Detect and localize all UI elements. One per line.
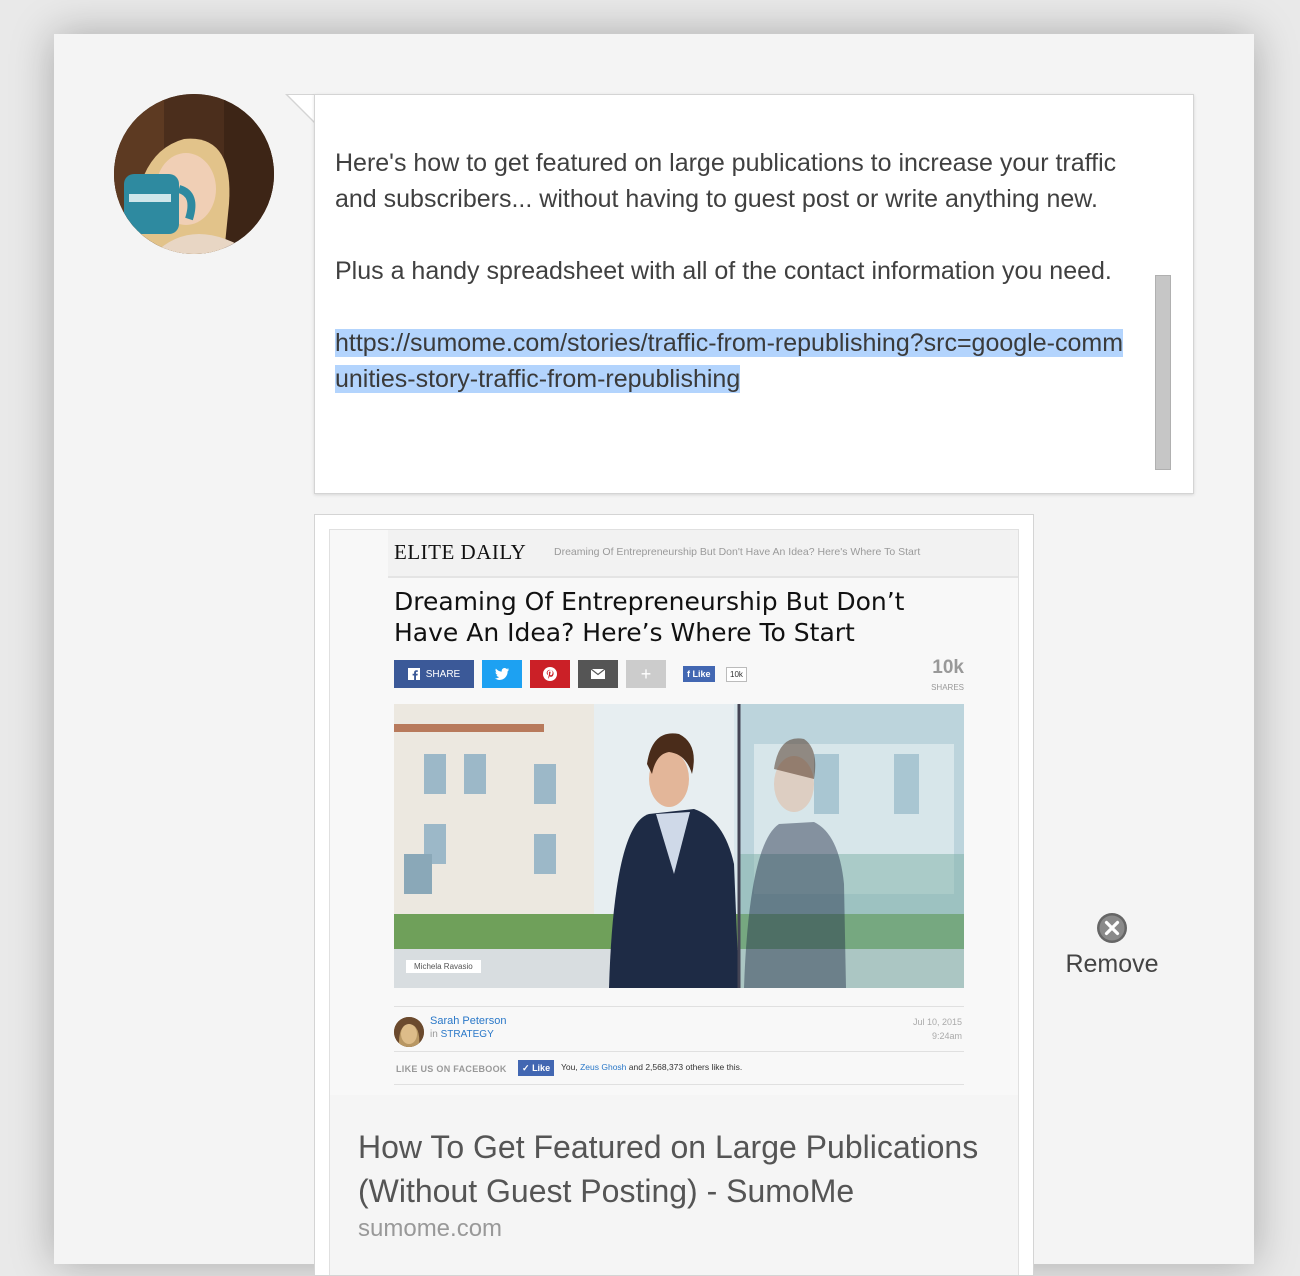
site-breadcrumb: Dreaming Of Entrepreneurship But Don't H… xyxy=(554,546,921,558)
post-text-area[interactable]: Here's how to get featured on large publ… xyxy=(314,94,1194,494)
author-in-label: in xyxy=(430,1029,438,1040)
post-paragraph-2: Plus a handy spreadsheet with all of the… xyxy=(335,257,1112,285)
article-date-time: 9:24am xyxy=(931,1031,962,1041)
preview-screenshot: ELITE DAILY Dreaming Of Entrepreneurship… xyxy=(329,529,1019,1096)
pinterest-share-button xyxy=(530,660,570,688)
fb-like-name: Zeus Ghosh xyxy=(580,1062,627,1072)
article-date: Jul 10, 2015 9:24am xyxy=(913,1015,962,1043)
plus-icon: + xyxy=(640,663,652,684)
author-category: STRATEGY xyxy=(440,1029,494,1040)
preview-info: How To Get Featured on Large Publication… xyxy=(329,1095,1019,1275)
twitter-icon xyxy=(495,668,509,680)
check-icon: ✓ xyxy=(522,1063,530,1073)
shares-label: SHARES xyxy=(931,683,964,692)
article-date-day: Jul 10, 2015 xyxy=(912,1017,962,1027)
facebook-share-button: SHARE xyxy=(394,660,474,688)
author-name: Sarah Peterson xyxy=(430,1015,507,1027)
email-icon xyxy=(591,669,605,679)
fb-like-label: Like xyxy=(692,669,711,679)
facebook-like-row: LIKE US ON FACEBOOK ✓ Like You, Zeus Gho… xyxy=(394,1052,964,1085)
link-preview[interactable]: ELITE DAILY Dreaming Of Entrepreneurship… xyxy=(314,514,1034,1276)
like-us-label: LIKE US ON FACEBOOK xyxy=(396,1064,507,1074)
article-byline: Sarah Peterson in STRATEGY Jul 10, 2015 … xyxy=(394,1006,964,1052)
author-avatar xyxy=(394,1017,424,1047)
post-paragraph-1: Here's how to get featured on large publ… xyxy=(335,149,1117,213)
fb-like-text: You, Zeus Ghosh and 2,568,373 others lik… xyxy=(561,1062,742,1072)
fb-like-count: 10k xyxy=(726,667,747,682)
close-circle-icon[interactable] xyxy=(1096,912,1128,944)
preview-title[interactable]: How To Get Featured on Large Publication… xyxy=(358,1125,998,1213)
remove-label[interactable]: Remove xyxy=(1060,950,1164,979)
site-header: ELITE DAILY Dreaming Of Entrepreneurship… xyxy=(388,530,1018,578)
post-composer-card: Here's how to get featured on large publ… xyxy=(54,34,1254,1276)
fb-like-widget: f Like xyxy=(683,666,715,682)
fb-like-button-label: Like xyxy=(532,1063,551,1073)
fb-like-button: ✓ Like xyxy=(518,1060,555,1076)
facebook-icon: f xyxy=(687,669,690,679)
shares-count: 10k xyxy=(932,657,964,678)
more-share-button: + xyxy=(626,660,666,688)
site-logo: ELITE DAILY xyxy=(394,540,527,564)
article-hero-image: Michela Ravasio xyxy=(394,704,964,988)
article-headline: Dreaming Of Entrepreneurship But Don’t H… xyxy=(394,587,905,647)
scrollbar-thumb[interactable] xyxy=(1155,275,1171,470)
email-share-button xyxy=(578,660,618,688)
fb-like-you: You, xyxy=(561,1062,578,1072)
pinterest-icon xyxy=(543,667,557,681)
remove-button[interactable]: Remove xyxy=(1060,912,1164,979)
avatar xyxy=(114,94,274,254)
twitter-share-button xyxy=(482,660,522,688)
post-link[interactable]: https://sumome.com/stories/traffic-from-… xyxy=(335,329,1124,393)
fb-like-rest: and 2,568,373 others like this. xyxy=(628,1062,743,1072)
photo-credit: Michela Ravasio xyxy=(406,960,481,973)
share-label: SHARE xyxy=(425,668,461,680)
preview-domain: sumome.com xyxy=(358,1215,503,1242)
post-text[interactable]: Here's how to get featured on large publ… xyxy=(335,145,1125,397)
facebook-icon xyxy=(407,668,420,680)
author-category-line: in STRATEGY xyxy=(430,1029,494,1040)
